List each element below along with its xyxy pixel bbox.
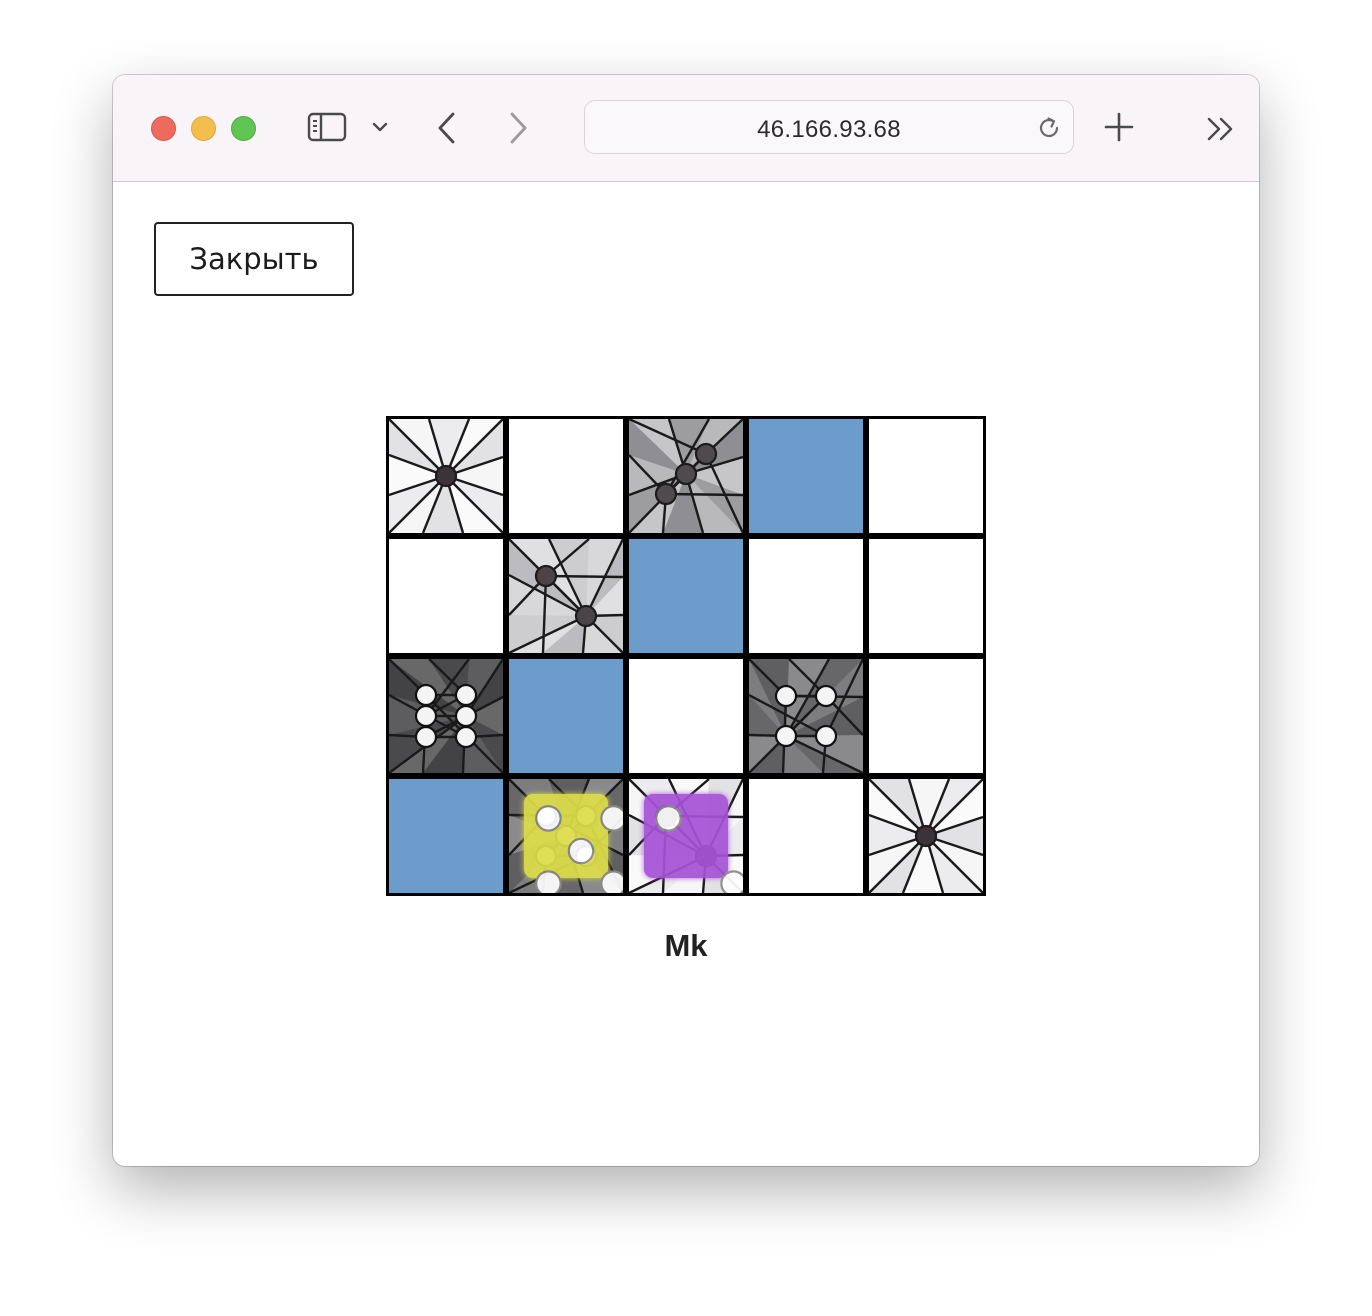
board-cell-shade-2[interactable] — [509, 539, 623, 653]
pip — [674, 462, 698, 486]
pip — [914, 824, 938, 848]
pip — [454, 704, 478, 728]
browser-window: 46.166.93.68 Закрыть Mk — [113, 75, 1259, 1166]
die-pip — [535, 805, 562, 832]
die-pip — [600, 870, 623, 893]
board-cell-shade-1[interactable] — [389, 419, 503, 533]
pip — [654, 482, 678, 506]
url-text: 46.166.93.68 — [757, 116, 901, 143]
board-cell-color-blue[interactable] — [629, 539, 743, 653]
reload-icon[interactable] — [1036, 115, 1062, 141]
pip — [454, 683, 478, 707]
board-cell-empty[interactable] — [749, 539, 863, 653]
board-cell-shade-4[interactable] — [749, 659, 863, 773]
die-pip — [600, 805, 623, 832]
board-cell-color-blue[interactable] — [749, 419, 863, 533]
pip — [414, 725, 438, 749]
sidebar-icon[interactable] — [307, 112, 347, 142]
board-cell-color-blue[interactable] — [389, 779, 503, 893]
minimize-window-icon[interactable] — [191, 116, 216, 141]
stained-glass-pattern — [509, 539, 623, 653]
board-cell-shade-5[interactable] — [509, 779, 623, 893]
board-cell-empty[interactable] — [869, 539, 983, 653]
pip — [774, 724, 798, 748]
pip — [534, 564, 558, 588]
pip — [414, 704, 438, 728]
die-yellow[interactable] — [524, 794, 623, 893]
stained-glass-pattern — [869, 779, 983, 893]
die-purple[interactable] — [644, 794, 743, 893]
board-cell-empty[interactable] — [389, 539, 503, 653]
pip — [454, 725, 478, 749]
board-cell-empty[interactable] — [749, 779, 863, 893]
board-cell-shade-3[interactable] — [629, 419, 743, 533]
pip — [814, 684, 838, 708]
die-pip — [655, 805, 682, 832]
die-pip — [535, 870, 562, 893]
board-cell-empty[interactable] — [869, 659, 983, 773]
stained-glass-pattern — [629, 419, 743, 533]
stained-glass-pattern — [389, 659, 503, 773]
board-cell-shade-2[interactable] — [629, 779, 743, 893]
pip — [774, 684, 798, 708]
back-icon[interactable] — [435, 111, 459, 145]
forward-icon[interactable] — [506, 111, 530, 145]
board-cell-empty[interactable] — [509, 419, 623, 533]
pip — [574, 604, 598, 628]
stained-glass-pattern — [389, 419, 503, 533]
zoom-window-icon[interactable] — [231, 116, 256, 141]
new-tab-icon[interactable] — [1104, 112, 1134, 142]
board-cell-color-blue[interactable] — [509, 659, 623, 773]
board-cell-shade-6[interactable] — [389, 659, 503, 773]
player-name: Mk — [664, 928, 708, 963]
stained-glass-pattern — [749, 659, 863, 773]
die-pip — [567, 837, 595, 865]
board-cell-shade-1[interactable] — [869, 779, 983, 893]
browser-toolbar: 46.166.93.68 — [113, 75, 1259, 182]
close-window-icon[interactable] — [151, 116, 176, 141]
board-cell-empty[interactable] — [629, 659, 743, 773]
more-icon[interactable] — [1206, 116, 1236, 142]
address-bar[interactable]: 46.166.93.68 — [584, 100, 1074, 154]
pip — [414, 683, 438, 707]
board-cell-empty[interactable] — [869, 419, 983, 533]
die-pip — [720, 870, 743, 893]
pip — [814, 724, 838, 748]
close-button[interactable]: Закрыть — [154, 222, 354, 296]
pip — [694, 442, 718, 466]
chevron-down-icon[interactable] — [371, 119, 389, 135]
game-board — [386, 416, 986, 896]
pip — [434, 464, 458, 488]
